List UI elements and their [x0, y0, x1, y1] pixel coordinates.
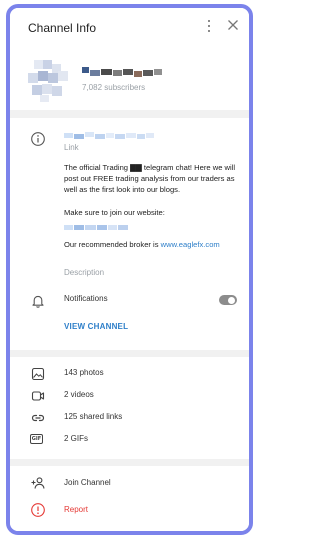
info-section: Link The official Trading ▇▇ telegram ch…: [10, 118, 249, 350]
video-icon: [30, 388, 46, 404]
gif-icon: GIF: [30, 432, 46, 448]
info-icon: [30, 131, 46, 147]
channel-avatar[interactable]: [28, 60, 74, 102]
channel-name-redacted: [82, 67, 162, 78]
actions-section: Join Channel Report: [10, 466, 249, 531]
media-row-links[interactable]: 125 shared links: [10, 408, 249, 428]
bell-icon: [30, 293, 46, 309]
description-website-text: Make sure to join our website:: [64, 207, 165, 217]
channel-info-panel: Channel Info 7,082 subscribers Link The …: [10, 8, 249, 531]
description-text: The official Trading ▇▇ telegram chat! H…: [64, 163, 236, 195]
media-row-videos[interactable]: 2 videos: [10, 386, 249, 406]
report-button[interactable]: Report: [64, 505, 88, 514]
join-channel-button[interactable]: Join Channel: [64, 478, 111, 487]
media-label: 125 shared links: [64, 412, 123, 421]
window-frame: Channel Info 7,082 subscribers Link The …: [6, 4, 253, 535]
panel-header: Channel Info: [10, 8, 249, 48]
website-link-redacted[interactable]: [64, 222, 134, 232]
broker-prefix: Our recommended broker is: [64, 239, 161, 249]
media-row-photos[interactable]: 143 photos: [10, 364, 249, 384]
add-user-icon[interactable]: [30, 475, 46, 491]
report-icon[interactable]: [30, 502, 46, 518]
description-label: Description: [64, 268, 105, 277]
link-label: Link: [64, 143, 79, 152]
gif-icon-text: GIF: [30, 434, 43, 444]
view-channel-button[interactable]: VIEW CHANNEL: [64, 322, 128, 331]
photo-icon: [30, 366, 46, 382]
channel-link-redacted[interactable]: [64, 131, 174, 140]
notifications-toggle[interactable]: [219, 295, 237, 305]
broker-link[interactable]: www.eaglefx.com: [161, 240, 220, 249]
subscriber-count: 7,082 subscribers: [82, 83, 146, 92]
channel-description: The official Trading ▇▇ telegram chat! H…: [64, 162, 244, 250]
notifications-label: Notifications: [64, 294, 108, 303]
media-label: 2 videos: [64, 390, 94, 399]
broker-text: Our recommended broker is www.eaglefx.co…: [64, 239, 244, 250]
shared-media-section: 143 photos 2 videos 125 shared links GIF…: [10, 357, 249, 459]
media-label: 2 GIFs: [64, 434, 89, 443]
panel-title: Channel Info: [28, 21, 97, 35]
toggle-knob: [228, 296, 235, 304]
more-options-icon[interactable]: [203, 18, 215, 34]
media-label: 143 photos: [64, 368, 104, 377]
link-icon: [30, 410, 46, 426]
close-icon[interactable]: [225, 17, 241, 33]
media-row-gifs[interactable]: GIF 2 GIFs: [10, 430, 249, 450]
channel-profile: 7,082 subscribers: [10, 48, 249, 110]
